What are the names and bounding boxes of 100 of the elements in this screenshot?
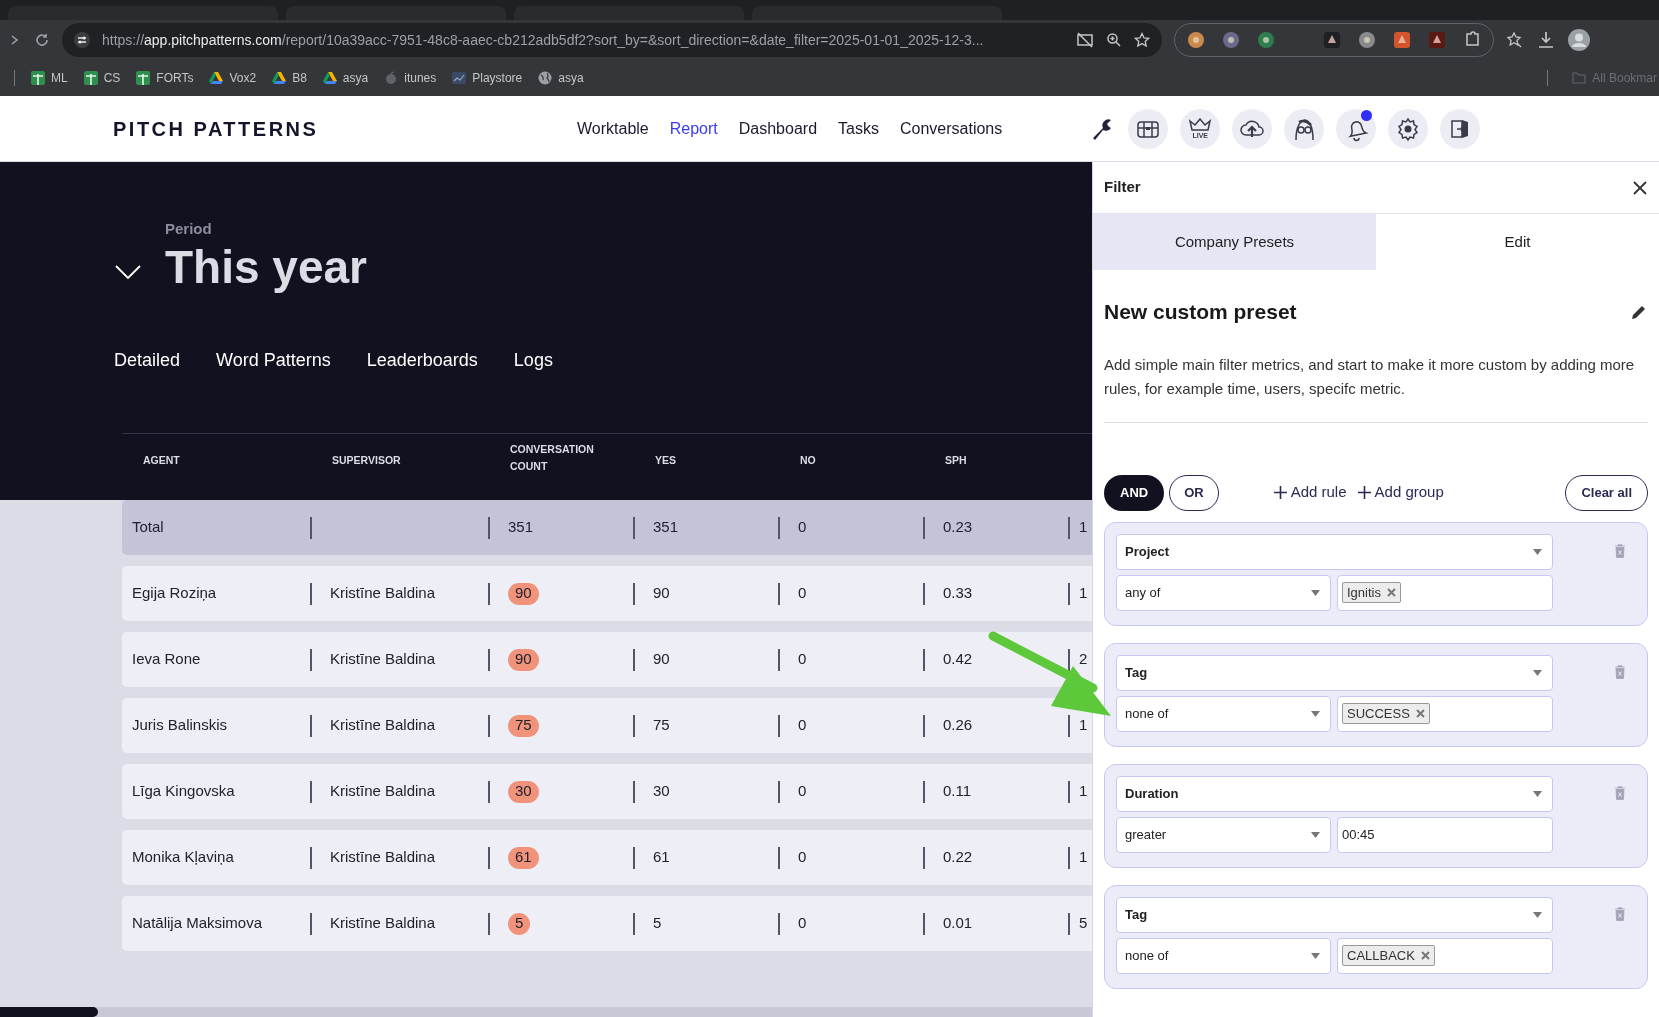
value-field[interactable]: 00:45	[1337, 816, 1553, 853]
filter-tab[interactable]: Company Presets	[1093, 214, 1376, 270]
bookmark-link[interactable]: FORTs	[136, 69, 194, 87]
report-tab[interactable]: Word Patterns	[216, 347, 331, 375]
add-button[interactable]: Add rule	[1273, 481, 1347, 504]
nav-link[interactable]: Dashboard	[738, 116, 818, 141]
select-field[interactable]: none of	[1116, 695, 1331, 732]
logo[interactable]: PITCH PATTERNS	[113, 113, 577, 144]
table-cell-text: Monika Kļaviņa	[132, 847, 234, 868]
globe-icon	[538, 71, 553, 85]
period-dropdown[interactable]: This year	[165, 240, 367, 294]
crown-icon	[1188, 118, 1213, 132]
profile-avatar-icon[interactable]	[1568, 29, 1590, 51]
column-header[interactable]: CONVERSATION COUNT	[510, 441, 620, 475]
column-header[interactable]: NO	[800, 452, 910, 469]
column-header[interactable]: SPH	[945, 452, 1055, 469]
add-button[interactable]: Add group	[1357, 481, 1444, 504]
select-field[interactable]: none of	[1116, 937, 1331, 974]
bookmark-link[interactable]: asya	[322, 69, 369, 87]
table-cell-text: 0	[798, 583, 807, 604]
value-field[interactable]: SUCCESS	[1337, 695, 1553, 732]
table-cell-text: Kristīne Baldina	[330, 847, 436, 868]
column-header[interactable]: SUPERVISOR	[332, 452, 442, 469]
report-tab[interactable]: Leaderboards	[366, 347, 478, 375]
spreadsheet-icon	[83, 71, 98, 85]
bookmark-link[interactable]: CS	[83, 69, 121, 87]
table-cell-text: 1	[1079, 715, 1088, 736]
logic-toggle[interactable]: AND	[1104, 474, 1165, 511]
extension-icon[interactable]	[1323, 31, 1341, 49]
url-text: https://app.pitchpatterns.com/report/10a39acc-7951-48c8-aaec-cb212adb5df2?sort_by=&sort_direction=&date_filter=2025-01-01_2025-12-3...	[102, 30, 985, 50]
star-icon[interactable]	[1134, 32, 1150, 48]
column-header[interactable]: AGENT	[143, 452, 253, 469]
column-header[interactable]: YES	[655, 452, 765, 469]
table-cell-text: 1	[1079, 517, 1088, 538]
nav-link[interactable]: Tasks	[838, 116, 879, 141]
drive-icon	[322, 71, 337, 85]
table-cell-text: Ieva Rone	[132, 649, 201, 670]
table-cell-text: Kristīne Baldina	[330, 583, 436, 604]
select-field[interactable]: greater	[1116, 816, 1331, 853]
bookmark-link[interactable]: ML	[31, 69, 68, 87]
table-row[interactable]: Egija Roziņa Kristīne Baldina 90 90 0 0.33 1	[122, 566, 1092, 621]
close-icon[interactable]	[1632, 179, 1648, 196]
nav-link[interactable]: Conversations	[899, 116, 1003, 141]
bookmarks-star-icon[interactable]	[1506, 31, 1524, 49]
scrollbar[interactable]	[0, 1007, 1092, 1017]
count-badge: 90	[508, 648, 539, 671]
chevron-down-icon[interactable]	[113, 263, 143, 282]
table-cell-text: 1	[1079, 847, 1088, 868]
select-field[interactable]: Duration	[1116, 775, 1553, 812]
table-cell-text: Natālija Maksimova	[132, 913, 263, 934]
site-settings-icon[interactable]	[74, 32, 90, 48]
dropdown-arrow-icon	[1533, 669, 1542, 676]
table-cell-text: Total	[132, 517, 164, 538]
dropdown-arrow-icon	[1533, 911, 1542, 918]
preset-title: New custom preset	[1104, 299, 1297, 325]
bookmark-link[interactable]: B8	[272, 69, 307, 87]
table-row[interactable]: Juris Balinskis Kristīne Baldina 75 75 0 0.26 1	[122, 698, 1092, 753]
select-field[interactable]: Project	[1116, 533, 1553, 570]
table-cell-text: 75	[653, 715, 670, 736]
preset-description: Add simple main filter metrics, and start to make it more custom by adding more rules, for example time, users, specifc metric.	[1104, 352, 1648, 423]
notifications-button[interactable]	[1336, 108, 1377, 149]
badge-icon[interactable]	[1428, 31, 1446, 49]
logic-toggle[interactable]: OR	[1169, 474, 1219, 511]
table-cell-text: 0.23	[943, 517, 973, 538]
bookmark-link[interactable]: Playstore	[452, 69, 523, 87]
remove-icon[interactable]	[1420, 951, 1430, 960]
table-cell-text: 1	[1079, 781, 1088, 802]
value-field[interactable]: Ignitis	[1337, 574, 1553, 611]
badge-icon[interactable]	[1393, 31, 1411, 49]
report-tab[interactable]: Logs	[513, 347, 553, 375]
bookmark-link[interactable]: itunes	[384, 69, 437, 87]
table-row[interactable]: Total 351 351 0 0.23 1	[122, 500, 1092, 555]
table-cell-text: 5	[1079, 913, 1088, 934]
table-cell-text: 0.01	[943, 913, 973, 934]
table-row[interactable]: Ieva Rone Kristīne Baldina 90 90 0 0.42 2	[122, 632, 1092, 687]
remove-icon[interactable]	[1415, 709, 1425, 718]
nav-link[interactable]: Worktable	[577, 116, 649, 141]
nav-link[interactable]: Report	[669, 116, 718, 141]
value-field[interactable]: CALLBACK	[1337, 937, 1553, 974]
bookmark-link[interactable]: asya	[538, 69, 584, 87]
remove-icon[interactable]	[1386, 588, 1396, 597]
table-cell-text: 61	[653, 847, 670, 868]
bookmark-link[interactable]: Vox2	[209, 69, 257, 87]
select-field[interactable]: any of	[1116, 574, 1331, 611]
spreadsheet-icon	[136, 71, 151, 85]
dropdown-arrow-icon	[1533, 790, 1542, 797]
address-bar[interactable]: https://app.pitchpatterns.com/report/10a39acc-7951-48c8-aaec-cb212adb5df2?sort_by=&sort_direction=&date_filter=2025-01-01_2025-12-3...	[62, 23, 1162, 57]
zoom-icon[interactable]	[1106, 32, 1122, 48]
select-field[interactable]: Tag	[1116, 896, 1553, 933]
table-row[interactable]: Monika Kļaviņa Kristīne Baldina 61 61 0 0.22 1	[122, 830, 1092, 885]
reload-icon[interactable]	[34, 32, 50, 48]
camera-off-icon[interactable]	[1076, 32, 1094, 48]
table-cell-text: 5	[653, 913, 662, 934]
download-icon[interactable]	[1536, 30, 1556, 50]
dropdown-arrow-icon	[1311, 952, 1320, 959]
select-field[interactable]: Tag	[1116, 654, 1553, 691]
report-tab[interactable]: Detailed	[114, 347, 181, 375]
table-row[interactable]: Līga Kingovska Kristīne Baldina 30 30 0 0.11 1	[122, 764, 1092, 819]
chart-icon	[452, 71, 467, 85]
table-row[interactable]: Natālija Maksimova Kristīne Baldina 5 5 0 0.01 5	[122, 896, 1092, 951]
